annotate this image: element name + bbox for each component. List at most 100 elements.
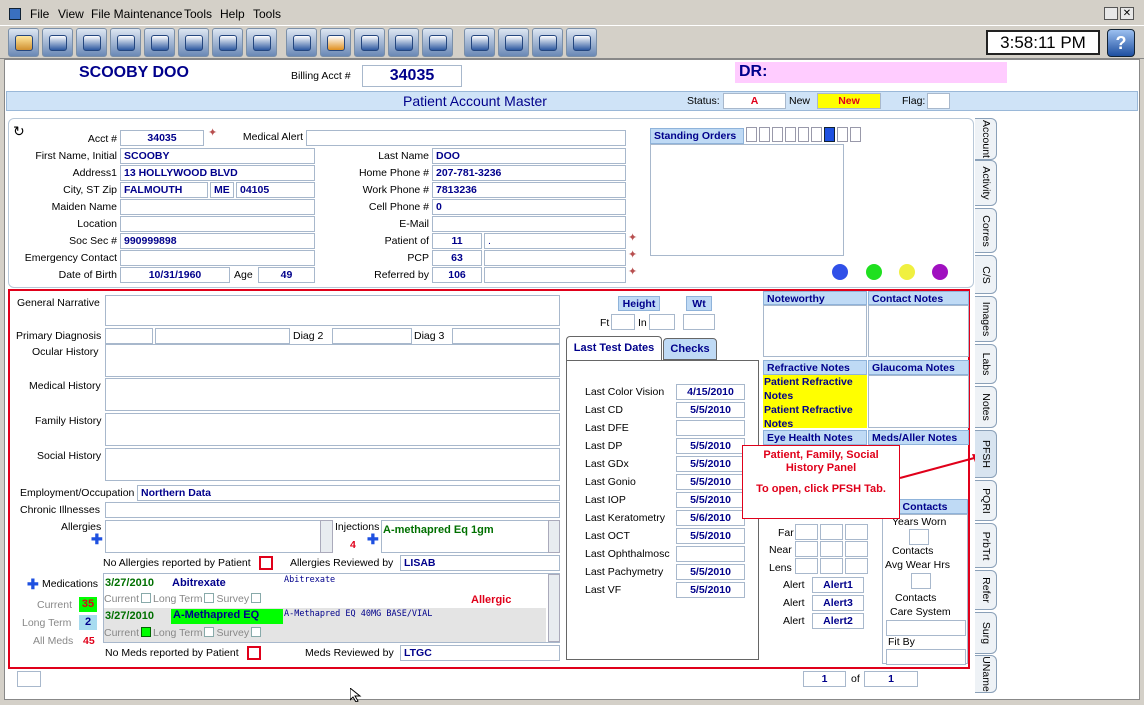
search-patient-icon[interactable] (144, 28, 175, 57)
cell-phone-field[interactable]: 0 (432, 199, 626, 215)
glasses-icon[interactable] (532, 28, 563, 57)
near-ou[interactable] (845, 541, 868, 557)
blue-status-dot[interactable] (832, 264, 848, 280)
test-date-field[interactable]: 5/6/2010 (676, 510, 745, 526)
test-date-field[interactable]: 5/5/2010 (676, 402, 745, 418)
alert2-button[interactable]: Alert2 (812, 613, 864, 629)
test-date-field[interactable]: 5/5/2010 (676, 474, 745, 490)
work-phone-field[interactable]: 7813236 (432, 182, 626, 198)
test-date-field[interactable]: 5/5/2010 (676, 564, 745, 580)
longterm-checkbox[interactable] (204, 593, 215, 603)
test-date-field[interactable]: 5/5/2010 (676, 438, 745, 454)
allergies-reviewer-field[interactable]: LISAB (400, 555, 560, 571)
restore-window-button[interactable] (1104, 7, 1118, 20)
contact-lens-icon[interactable] (566, 28, 597, 57)
tab-prbtrt[interactable]: PrbTrt (975, 523, 997, 568)
meds-reviewer-field[interactable]: LTGC (400, 645, 560, 661)
tab-labs[interactable]: Labs (975, 344, 997, 384)
tab-cs[interactable]: C/S (975, 255, 997, 294)
noteworthy-box[interactable] (763, 305, 867, 357)
far-os[interactable] (820, 524, 843, 540)
calculator-icon[interactable] (498, 28, 529, 57)
years-worn-field[interactable] (909, 529, 929, 545)
avg-wear-field[interactable] (911, 573, 931, 589)
tab-refer[interactable]: Refer (975, 570, 997, 610)
yellow-status-dot[interactable] (899, 264, 915, 280)
location-field[interactable] (120, 216, 315, 232)
patients-icon[interactable] (42, 28, 73, 57)
wt-field[interactable] (683, 314, 715, 330)
standing-order-slot[interactable] (772, 127, 783, 142)
standing-order-slot[interactable] (759, 127, 770, 142)
gauge-icon[interactable] (320, 28, 351, 57)
employment-field[interactable]: Northern Data (137, 485, 560, 501)
primary-diagnosis-desc[interactable] (155, 328, 290, 344)
medical-alert-field[interactable] (306, 130, 626, 146)
primary-diagnosis-code[interactable] (105, 328, 153, 344)
near-od[interactable] (795, 541, 818, 557)
current-checkbox-checked[interactable] (141, 627, 152, 637)
home-icon[interactable] (8, 28, 39, 57)
med-row-2[interactable]: 3/27/2010 A-Methapred EQ A-Methapred EQ … (104, 608, 546, 642)
first-name-field[interactable]: SCOOBY (120, 148, 315, 164)
edit-icon[interactable] (286, 28, 317, 57)
page-current[interactable]: 1 (803, 671, 846, 687)
last-name-field[interactable]: DOO (432, 148, 626, 164)
diag3-field[interactable] (452, 328, 560, 344)
standing-order-slot[interactable] (837, 127, 848, 142)
in-field[interactable] (649, 314, 675, 330)
tab-activity[interactable]: Activity (975, 160, 997, 206)
add-allergy-icon[interactable]: ✚ (91, 531, 103, 548)
address1-field[interactable]: 13 HOLLYWOOD BLVD (120, 165, 315, 181)
bottom-left-field[interactable] (17, 671, 41, 687)
acct-field[interactable]: 34035 (120, 130, 204, 146)
zip-field[interactable]: 04105 (236, 182, 315, 198)
status-value[interactable]: A (723, 93, 786, 109)
injection-item[interactable]: A-methapred Eq 1gm (383, 524, 494, 536)
lens-od[interactable] (795, 558, 818, 574)
tab-uname[interactable]: UName (975, 655, 997, 693)
menu-help[interactable]: Help (220, 7, 245, 21)
menu-view[interactable]: View (58, 7, 84, 21)
emergency-field[interactable] (120, 250, 315, 266)
test-date-field[interactable]: 4/15/2010 (676, 384, 745, 400)
document-view-icon[interactable] (212, 28, 243, 57)
current-checkbox[interactable] (141, 593, 152, 603)
green-status-dot[interactable] (866, 264, 882, 280)
menu-tools[interactable]: Tools (184, 7, 212, 21)
allergies-scrollbar[interactable] (320, 520, 333, 553)
test-date-field[interactable]: 5/5/2010 (676, 582, 745, 598)
pcp-field[interactable]: 63 (432, 250, 482, 266)
patient-of-field[interactable]: 11 (432, 233, 482, 249)
medical-history-field[interactable] (105, 378, 560, 411)
alert1-button[interactable]: Alert1 (812, 577, 864, 593)
diag2-field[interactable] (332, 328, 412, 344)
menu-file-maintenance[interactable]: File Maintenance (91, 7, 182, 21)
standing-order-slot[interactable] (785, 127, 796, 142)
ft-field[interactable] (611, 314, 635, 330)
tab-pqri[interactable]: PQRI (975, 480, 997, 521)
test-date-field[interactable] (676, 420, 745, 436)
no-allergies-checkbox[interactable] (259, 556, 273, 570)
far-ou[interactable] (845, 524, 868, 540)
help-icon[interactable]: ? (1107, 29, 1135, 57)
tab-account[interactable]: Account (975, 118, 997, 160)
ssn-field[interactable]: 990999898 (120, 233, 315, 249)
tab-last-test-dates[interactable]: Last Test Dates (566, 336, 662, 360)
city-field[interactable]: FALMOUTH (120, 182, 208, 198)
standing-order-slot[interactable] (746, 127, 757, 142)
test-date-field[interactable] (676, 546, 745, 562)
close-window-button[interactable]: ✕ (1120, 7, 1134, 20)
med-row-1[interactable]: 3/27/2010 Abitrexate Abitrexate Allergic… (104, 574, 546, 607)
general-narrative-field[interactable] (105, 295, 560, 326)
tab-images[interactable]: Images (975, 296, 997, 342)
refresh-icon[interactable]: ↻ (13, 123, 25, 140)
chronic-field[interactable] (105, 502, 560, 518)
tab-pfsh[interactable]: PFSH (975, 430, 997, 478)
medications-scrollbar[interactable] (548, 574, 560, 642)
survey-checkbox[interactable] (251, 627, 262, 637)
family-history-field[interactable] (105, 413, 560, 446)
standing-order-slot[interactable] (798, 127, 809, 142)
near-os[interactable] (820, 541, 843, 557)
lens-ou[interactable] (845, 558, 868, 574)
